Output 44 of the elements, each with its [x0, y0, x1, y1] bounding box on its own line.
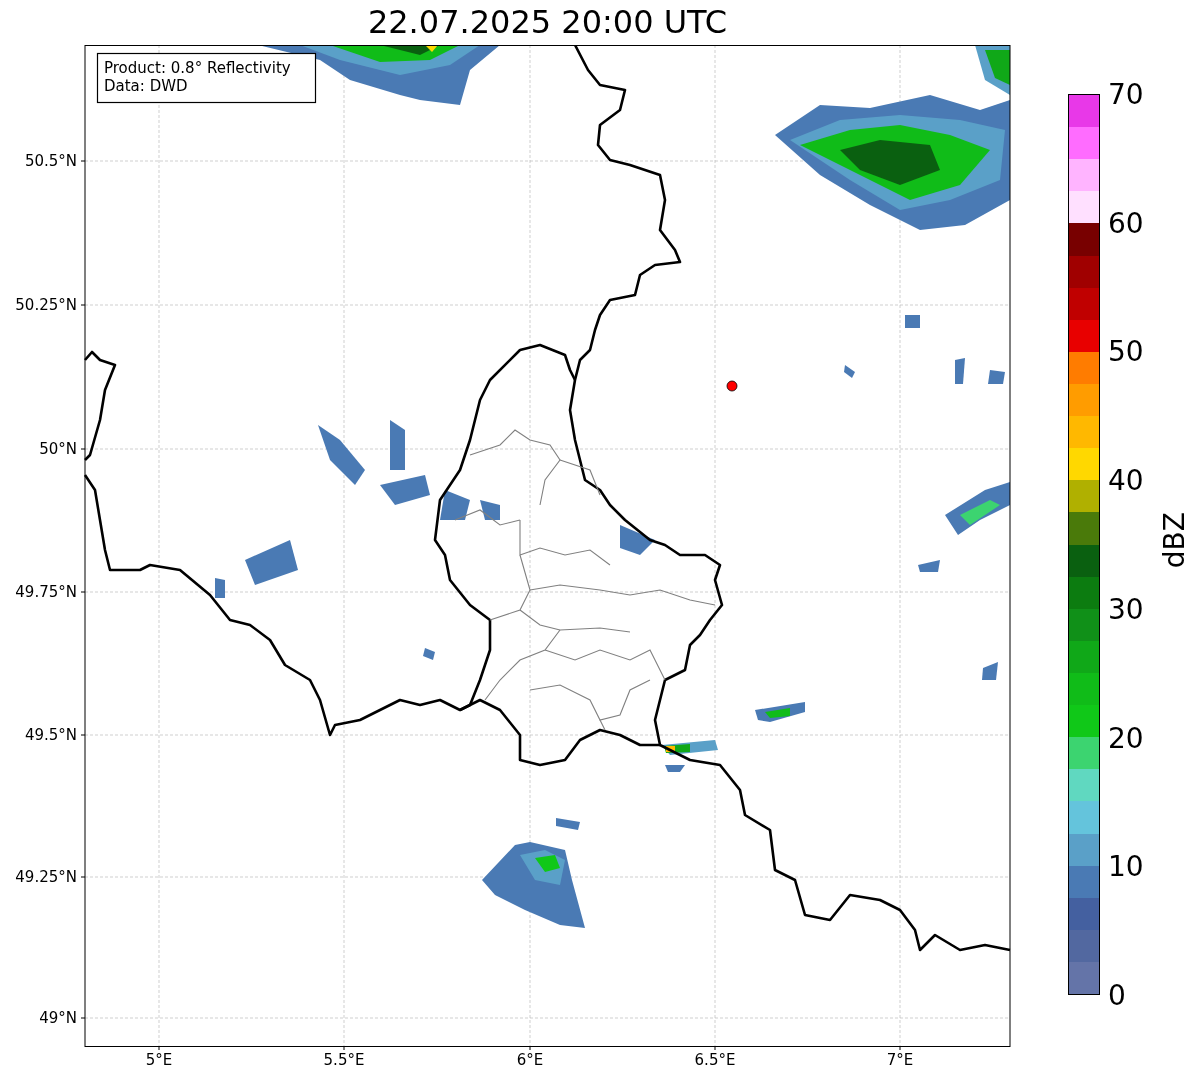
colorbar-tick-label: 30	[1108, 591, 1144, 628]
radar-echo	[662, 740, 718, 755]
radar-echo	[380, 475, 430, 505]
radar-echo	[556, 818, 580, 830]
longitude-label: 5°E	[145, 1051, 173, 1069]
colorbar-tick-label: 10	[1108, 849, 1144, 886]
radar-echo	[755, 702, 805, 722]
radar-echo	[844, 365, 855, 378]
colorbar-label: dBZ	[1157, 512, 1191, 569]
longitude-label: 7°E	[886, 1051, 914, 1069]
radar-echo	[245, 540, 298, 585]
longitude-label: 6.5°E	[694, 1051, 736, 1069]
colorbar-tick-label: 20	[1108, 720, 1144, 757]
colorbar-tick-label: 50	[1108, 334, 1144, 371]
radar-echo	[945, 482, 1010, 535]
latitude-label: 50.25°N	[15, 296, 77, 314]
longitude-label: 6°E	[516, 1051, 544, 1069]
latitude-label: 50°N	[39, 440, 77, 458]
colorbar-tick-label: 0	[1108, 977, 1127, 1014]
radar-echo	[982, 662, 998, 680]
chart-title: 22.07.2025 20:00 UTC	[366, 2, 729, 43]
radar-echo	[318, 425, 365, 485]
radar-echo	[665, 765, 685, 772]
colorbar-tick-label: 70	[1108, 77, 1144, 113]
radar-echo	[905, 315, 920, 328]
radar-echo	[918, 560, 940, 572]
radar-echo	[440, 490, 470, 520]
latitude-label: 49.5°N	[24, 726, 77, 744]
latitude-label: 49°N	[39, 1009, 77, 1027]
latitude-label: 50.5°N	[24, 152, 77, 170]
radar-echo	[955, 358, 965, 384]
radar-echo	[988, 370, 1005, 384]
colorbar-tick-label: 40	[1108, 463, 1144, 500]
radar-echo	[480, 500, 500, 520]
longitude-label: 5.5°E	[323, 1051, 365, 1069]
latitude-label: 49.25°N	[15, 868, 77, 886]
colorbar-tick-label: 60	[1108, 205, 1144, 242]
latitude-label: 49.75°N	[15, 583, 77, 601]
info-text: Product: 0.8° Reflectivity	[104, 59, 291, 77]
info-text: Data: DWD	[104, 77, 188, 95]
radar-echo	[215, 578, 225, 598]
radar-echo	[620, 525, 655, 555]
radar-echo	[423, 648, 435, 660]
location-marker	[726, 380, 738, 392]
